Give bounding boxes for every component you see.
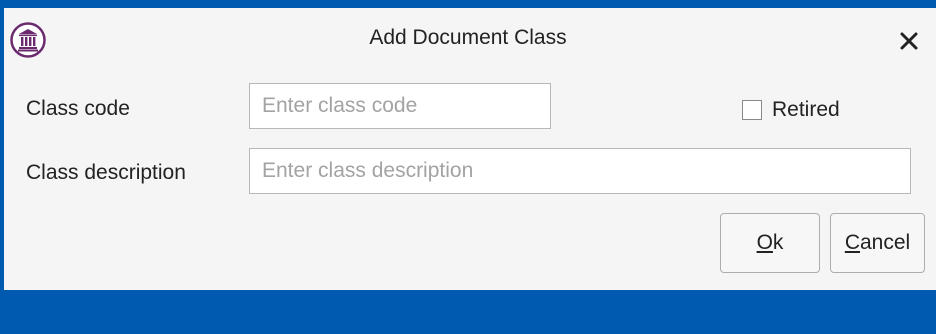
class-code-label: Class code [26, 97, 130, 120]
window-top-border [0, 0, 936, 8]
ok-label-rest: k [772, 231, 784, 254]
class-description-input[interactable] [249, 148, 911, 194]
class-description-label: Class description [26, 161, 186, 184]
retired-checkbox[interactable]: Retired [742, 96, 840, 124]
ok-mnemonic: O [756, 231, 773, 254]
dialog-title: Add Document Class [369, 26, 567, 49]
ok-button[interactable]: Ok [720, 213, 820, 273]
close-icon[interactable] [896, 28, 922, 54]
retired-label: Retired [772, 98, 840, 121]
class-code-input[interactable] [249, 83, 551, 129]
retired-checkbox-box[interactable] [742, 100, 762, 120]
cancel-mnemonic: C [844, 231, 860, 254]
cancel-button[interactable]: Cancel [830, 213, 925, 273]
add-document-class-dialog: Add Document Class Class code Retired Cl… [0, 0, 936, 334]
window-footer-bar [0, 290, 936, 334]
cancel-label-rest: ancel [859, 231, 911, 254]
window-left-border [0, 0, 4, 334]
